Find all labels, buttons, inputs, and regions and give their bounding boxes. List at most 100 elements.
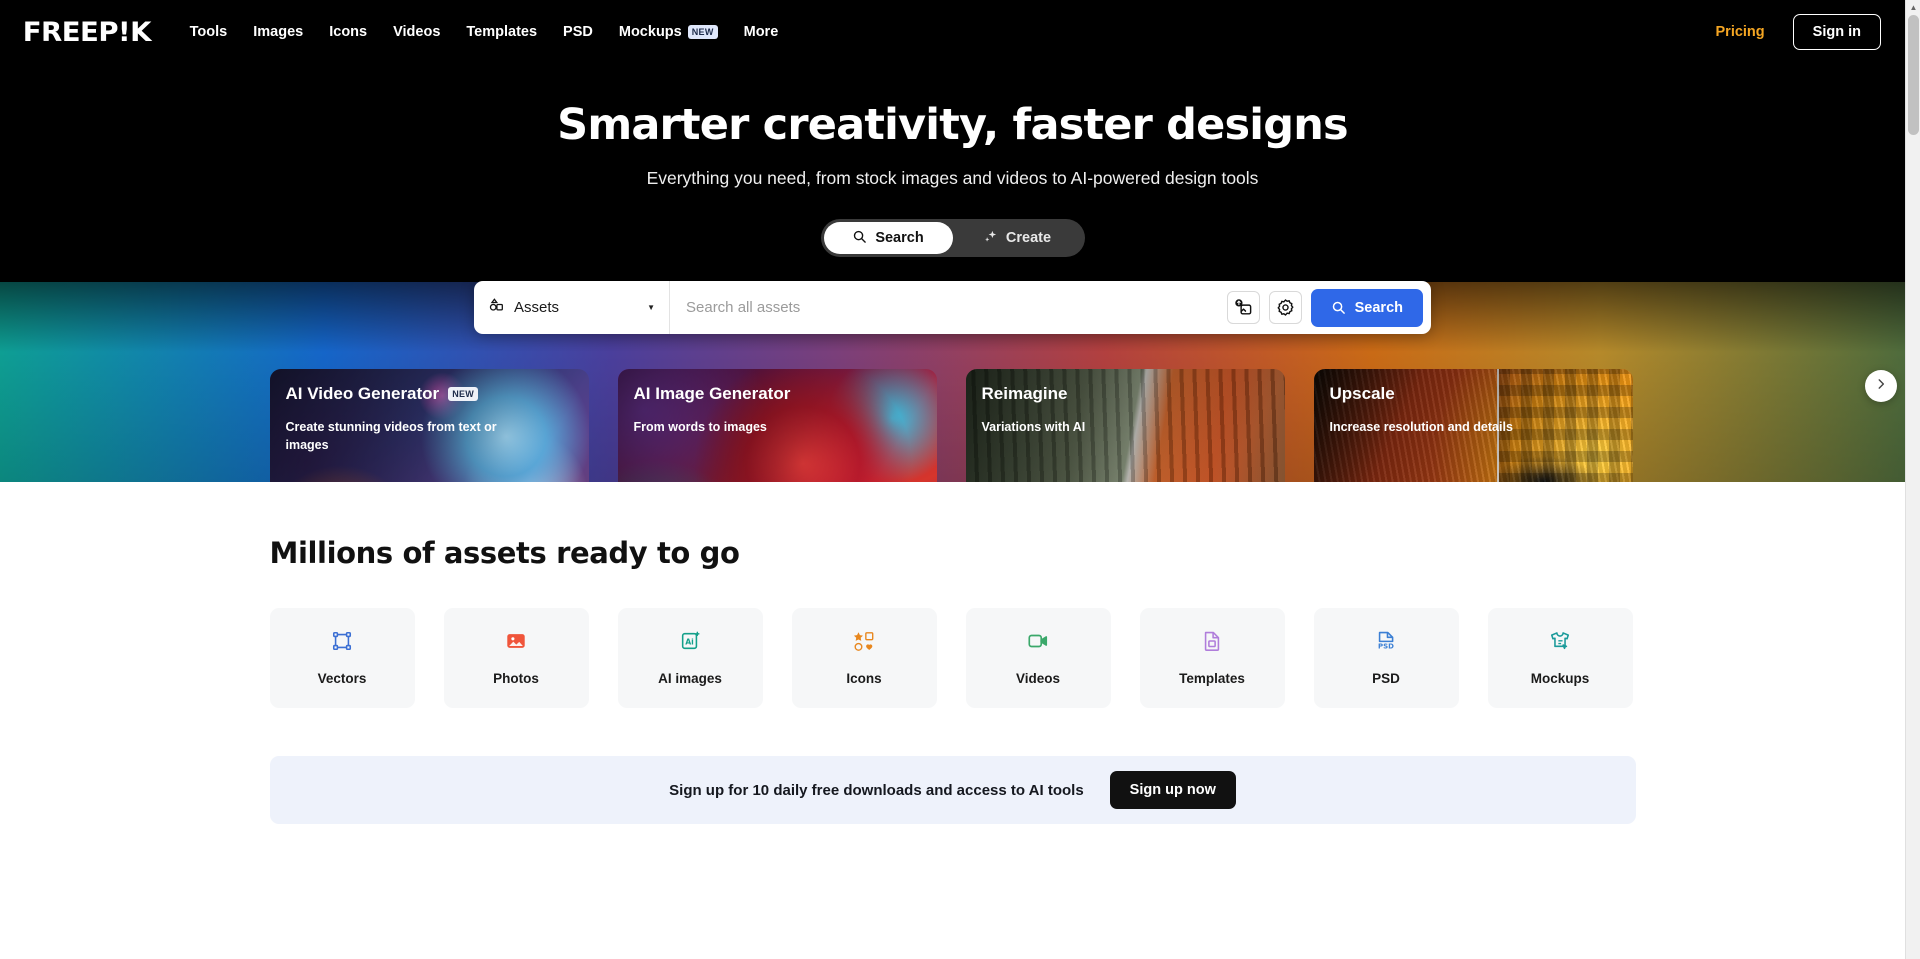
asset-type-label: Assets [514, 299, 560, 316]
hero-section: FREEP!K Tools Images Icons Videos Templa… [0, 0, 1905, 482]
card-title: Upscale [1329, 384, 1395, 403]
asset-tile-label: AI images [658, 671, 722, 686]
sign-up-now-button[interactable]: Sign up now [1109, 771, 1236, 809]
svg-text:Ai: Ai [685, 637, 694, 646]
header-actions: Pricing Sign in [1716, 14, 1881, 50]
scroll-up-arrow-icon[interactable]: ▲ [1906, 0, 1920, 15]
page-scrollbar[interactable]: ▲ [1905, 0, 1920, 959]
new-badge: NEW [448, 387, 479, 401]
asset-category-tiles: Vectors Photos Ai AI images Icons Videos… [269, 608, 1636, 708]
asset-tile-icons[interactable]: Icons [791, 608, 937, 708]
asset-tile-label: Icons [846, 671, 882, 686]
sign-in-button[interactable]: Sign in [1792, 14, 1881, 50]
feature-card-carousel: AI Video Generator NEW Create stunning v… [269, 369, 1636, 482]
asset-type-dropdown[interactable]: Assets ▼ [474, 281, 670, 334]
nav-item-videos[interactable]: Videos [393, 24, 440, 40]
mode-tab-search[interactable]: Search [823, 222, 953, 254]
asset-tile-label: Vectors [317, 671, 367, 686]
psd-icon: PSD [1375, 630, 1397, 657]
nav-label: Tools [189, 24, 228, 40]
asset-tile-mockups[interactable]: Mockups [1487, 608, 1633, 708]
carousel-next-button[interactable] [1865, 370, 1897, 402]
page-viewport: FREEP!K Tools Images Icons Videos Templa… [0, 0, 1905, 959]
svg-text:PSD: PSD [1378, 643, 1394, 651]
chevron-right-icon [1874, 377, 1888, 396]
template-icon [1201, 630, 1223, 657]
asset-tile-label: Mockups [1530, 671, 1590, 686]
card-title-row: AI Video Generator NEW [286, 384, 573, 404]
hero-title: Smarter creativity, faster designs [557, 100, 1348, 150]
nav-item-mockups[interactable]: Mockups NEW [619, 24, 718, 40]
search-bar: Assets ▼ Search all assets Search [474, 281, 1431, 334]
search-settings-button[interactable] [1268, 291, 1302, 324]
card-title-row: AI Image Generator [634, 384, 921, 404]
signup-banner-text: Sign up for 10 daily free downloads and … [669, 781, 1084, 799]
chevron-down-icon: ▼ [647, 303, 655, 312]
asset-tile-label: Templates [1179, 671, 1245, 686]
card-description: From words to images [633, 420, 767, 434]
card-description: Increase resolution and details [1329, 420, 1513, 434]
nav-item-icons[interactable]: Icons [329, 24, 367, 40]
assets-section: Millions of assets ready to go Vectors P… [269, 482, 1636, 708]
card-title: Reimagine [981, 384, 1068, 403]
scrollbar-thumb[interactable] [1908, 15, 1919, 135]
pricing-link[interactable]: Pricing [1716, 24, 1765, 40]
card-body: Reimagine Variations with AI [966, 369, 1285, 482]
video-icon [1027, 630, 1049, 657]
nav-item-psd[interactable]: PSD [563, 24, 593, 40]
section-title: Millions of assets ready to go [269, 536, 740, 570]
nav-item-more[interactable]: More [744, 24, 779, 40]
asset-tile-templates[interactable]: Templates [1139, 608, 1285, 708]
freepik-logo[interactable]: FREEP!K [23, 17, 152, 48]
card-body: Upscale Increase resolution and details [1314, 369, 1633, 482]
asset-tile-videos[interactable]: Videos [965, 608, 1111, 708]
card-title-row: Reimagine [982, 384, 1269, 404]
site-header: FREEP!K Tools Images Icons Videos Templa… [0, 0, 1905, 64]
card-description: Variations with AI [981, 420, 1086, 434]
search-input[interactable] [670, 281, 1227, 334]
card-title: AI Image Generator [633, 384, 791, 403]
search-submit-button[interactable]: Search [1310, 288, 1423, 327]
feature-card-ai-image-generator[interactable]: AI Image Generator From words to images [617, 369, 937, 482]
icons-icon [853, 630, 875, 657]
nav-label: Mockups [618, 24, 682, 40]
nav-item-images[interactable]: Images [253, 24, 303, 40]
nav-label: Videos [393, 24, 441, 40]
search-submit-label: Search [1354, 299, 1403, 316]
main-navigation: Tools Images Icons Videos Templates PSD [190, 24, 779, 40]
feature-card-reimagine[interactable]: Reimagine Variations with AI [965, 369, 1285, 482]
nav-item-templates[interactable]: Templates [466, 24, 537, 40]
mode-tab-label: Create [1005, 230, 1052, 246]
mode-tab-create[interactable]: Create [953, 222, 1082, 254]
asset-tile-photos[interactable]: Photos [443, 608, 589, 708]
asset-tile-label: PSD [1372, 671, 1400, 686]
nav-label: Icons [329, 24, 368, 40]
nav-item-tools[interactable]: Tools [190, 24, 228, 40]
hero-copy: Smarter creativity, faster designs Every… [0, 100, 1905, 189]
asset-tile-ai-images[interactable]: Ai AI images [617, 608, 763, 708]
nav-label: More [743, 24, 779, 40]
hero-subtitle: Everything you need, from stock images a… [646, 168, 1259, 188]
search-icon [852, 229, 867, 248]
ai-image-icon: Ai [679, 630, 701, 657]
card-body: AI Image Generator From words to images [618, 369, 937, 482]
asset-tile-vectors[interactable]: Vectors [269, 608, 415, 708]
signup-banner: Sign up for 10 daily free downloads and … [269, 756, 1636, 824]
asset-tile-label: Photos [493, 671, 539, 686]
card-title: AI Video Generator [285, 384, 440, 403]
card-title-row: Upscale [1330, 384, 1617, 404]
sparkles-icon [983, 229, 998, 248]
card-body: AI Video Generator NEW Create stunning v… [270, 369, 589, 482]
image-upload-icon-button[interactable] [1226, 291, 1260, 324]
nav-label: Templates [466, 24, 538, 40]
vectors-icon [331, 630, 353, 657]
feature-card-upscale[interactable]: Upscale Increase resolution and details [1313, 369, 1633, 482]
feature-card-ai-video-generator[interactable]: AI Video Generator NEW Create stunning v… [269, 369, 589, 482]
mode-toggle: Search Create [820, 219, 1085, 257]
photo-icon [505, 630, 527, 657]
nav-label: Images [253, 24, 304, 40]
mode-tab-label: Search [875, 230, 924, 246]
asset-tile-psd[interactable]: PSD PSD [1313, 608, 1459, 708]
card-description: Create stunning videos from text or imag… [285, 420, 497, 453]
new-badge: NEW [687, 25, 718, 39]
